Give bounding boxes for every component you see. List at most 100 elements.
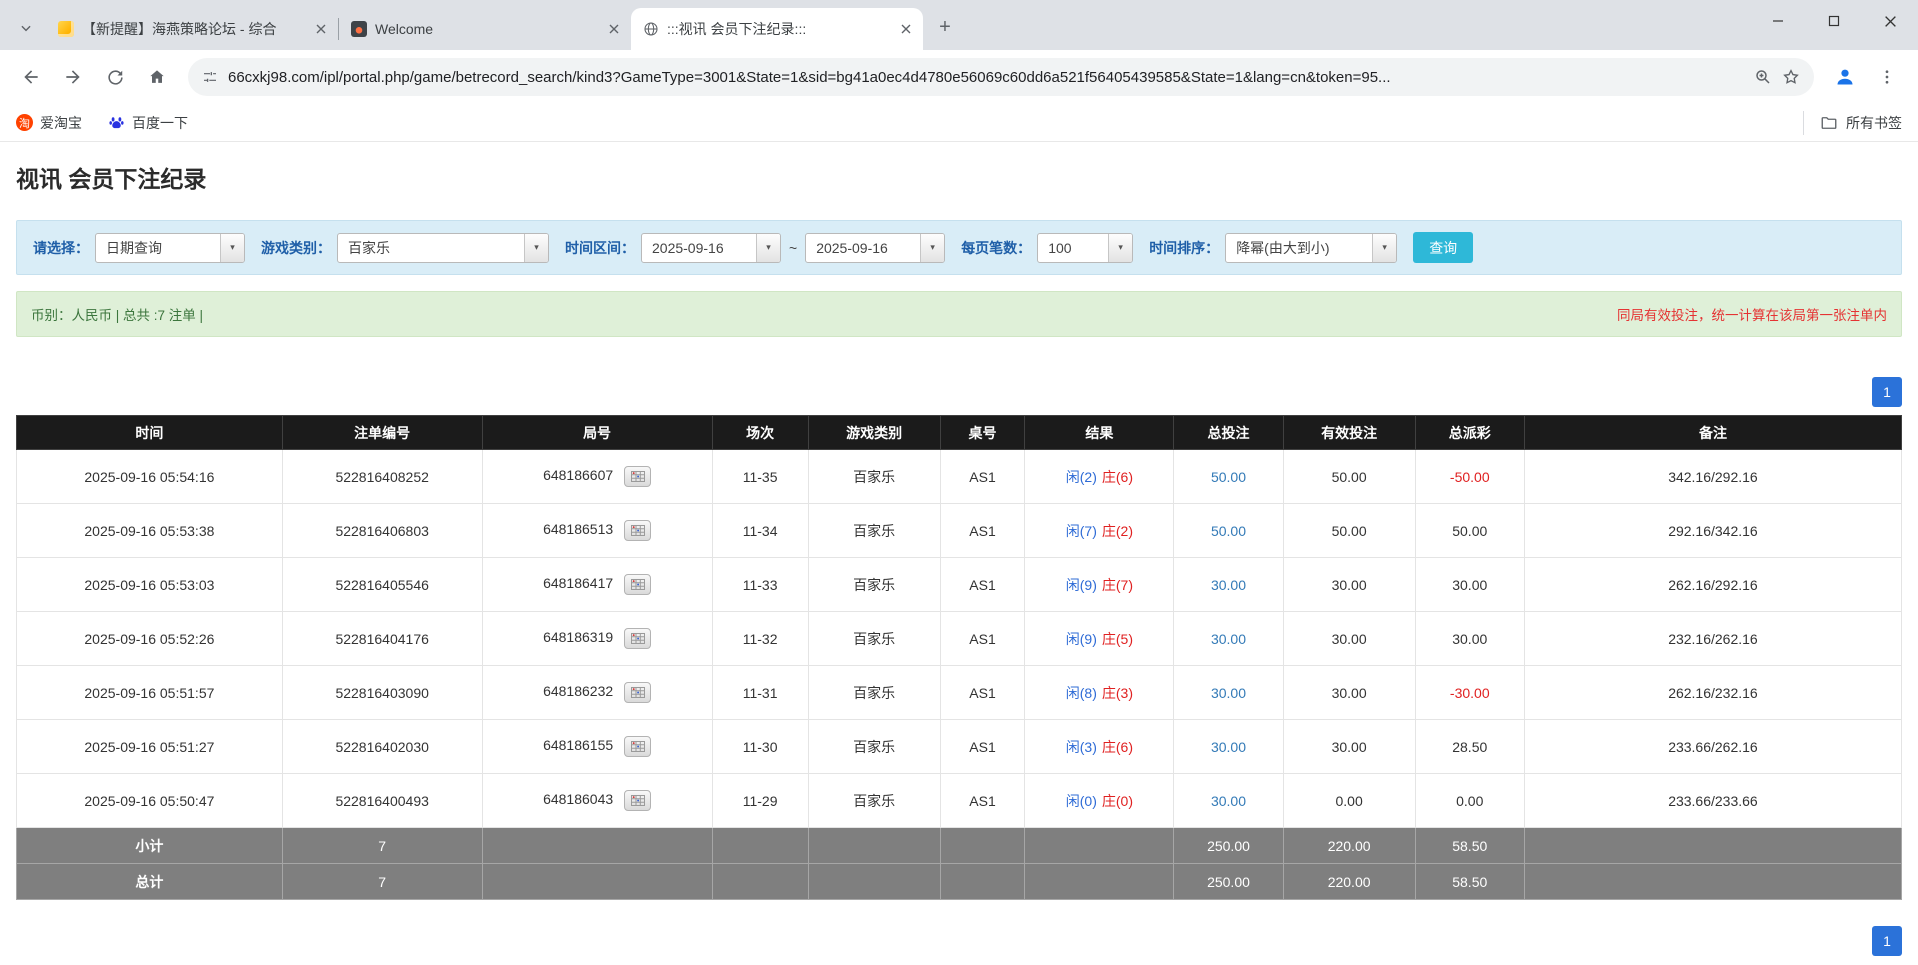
header-time: 时间 [17,416,283,450]
site-settings-icon[interactable] [202,69,218,85]
bet-table-body: 2025-09-16 05:54:16 522816408252 6481866… [17,450,1902,828]
roadmap-icon[interactable] [624,682,651,703]
filter-bar: 请选择： 日期查询 ▾ 游戏类别： 百家乐 ▾ 时间区间： 2025-09-16… [16,220,1902,275]
round-number: 648186607 [543,467,613,483]
zoom-icon[interactable] [1754,68,1772,86]
roadmap-icon[interactable] [624,736,651,757]
cell-table-no: AS1 [940,666,1025,720]
cell-total-bet[interactable]: 30.00 [1174,612,1283,666]
cell-game-type: 百家乐 [808,720,940,774]
table-row: 2025-09-16 05:53:38 522816406803 6481865… [17,504,1902,558]
cell-valid-bet: 30.00 [1283,612,1415,666]
date-to-select[interactable]: 2025-09-16 ▾ [805,233,945,263]
cell-time: 2025-09-16 05:52:26 [17,612,283,666]
result-banker: 庄(0) [1102,793,1133,809]
cell-session: 11-35 [712,450,808,504]
cell-payout: -50.00 [1415,450,1524,504]
date-from-select[interactable]: 2025-09-16 ▾ [641,233,781,263]
cell-game-type: 百家乐 [808,774,940,828]
menu-icon[interactable] [1868,58,1906,96]
tab-close-icon[interactable] [605,20,623,38]
close-window-button[interactable] [1862,0,1918,42]
query-mode-select[interactable]: 日期查询 ▾ [95,233,245,263]
query-mode-value: 日期查询 [96,238,166,258]
empty-cell [712,828,808,864]
tab-betrecord[interactable]: :::视讯 会员下注纪录::: [631,8,923,50]
empty-cell [1025,864,1174,900]
all-bookmarks-button[interactable]: 所有书签 [1803,111,1902,135]
date-from-value: 2025-09-16 [642,240,728,256]
forward-icon[interactable] [54,58,92,96]
game-type-label: 游戏类别： [261,238,331,258]
chevron-down-icon[interactable]: ▾ [220,234,244,262]
empty-cell [1524,828,1901,864]
roadmap-icon[interactable] [624,520,651,541]
pagination-page-button[interactable]: 1 [1872,926,1902,956]
bookmark-star-icon[interactable] [1782,68,1800,86]
cell-time: 2025-09-16 05:53:03 [17,558,283,612]
tab-welcome[interactable]: Welcome [339,8,631,50]
tab-forum-favicon-icon [58,21,74,37]
cell-session: 11-32 [712,612,808,666]
back-icon[interactable] [12,58,50,96]
cell-result: 闲(9)庄(5) [1025,612,1174,666]
sort-order-select[interactable]: 降幂(由大到小) ▾ [1225,233,1397,263]
result-banker: 庄(5) [1102,631,1133,647]
tab-forum[interactable]: 【新提醒】海燕策略论坛 - 综合 [46,8,338,50]
chevron-down-icon[interactable] [12,14,40,42]
cell-remark: 262.16/292.16 [1524,558,1901,612]
summary-bar: 币别：人民币 | 总共 :7 注单 | 同局有效投注，统一计算在该局第一张注单内 [16,291,1902,337]
cell-time: 2025-09-16 05:53:38 [17,504,283,558]
bet-record-table: 时间 注单编号 局号 场次 游戏类别 桌号 结果 总投注 有效投注 总派彩 备注… [16,415,1902,900]
refresh-icon[interactable] [96,58,134,96]
all-bookmarks-label: 所有书签 [1846,113,1902,133]
cell-total-bet[interactable]: 50.00 [1174,450,1283,504]
bookmark-baidu[interactable]: 百度一下 [108,113,188,133]
empty-cell [940,828,1025,864]
roadmap-icon[interactable] [624,790,651,811]
tab-close-icon[interactable] [897,20,915,38]
minimize-button[interactable] [1750,0,1806,42]
new-tab-button[interactable]: + [931,13,959,41]
table-row: 2025-09-16 05:54:16 522816408252 6481866… [17,450,1902,504]
chevron-down-icon[interactable]: ▾ [1108,234,1132,262]
chevron-down-icon[interactable]: ▾ [1372,234,1396,262]
home-icon[interactable] [138,58,176,96]
maximize-button[interactable] [1806,0,1862,42]
cell-game-type: 百家乐 [808,612,940,666]
profile-icon[interactable] [1826,58,1864,96]
cell-valid-bet: 30.00 [1283,558,1415,612]
cell-total-bet[interactable]: 50.00 [1174,504,1283,558]
cell-total-bet[interactable]: 30.00 [1174,558,1283,612]
url-bar[interactable]: 66cxkj98.com/ipl/portal.php/game/betreco… [188,58,1814,96]
query-button[interactable]: 查询 [1413,232,1473,263]
pagination-page-button[interactable]: 1 [1872,377,1902,407]
cell-payout: -30.00 [1415,666,1524,720]
cell-total-bet[interactable]: 30.00 [1174,666,1283,720]
cell-total-bet[interactable]: 30.00 [1174,774,1283,828]
bookmark-label: 爱淘宝 [40,113,82,133]
baidu-paw-icon [108,114,125,131]
cell-round: 648186319 [482,612,712,666]
cell-valid-bet: 50.00 [1283,450,1415,504]
cell-round: 648186232 [482,666,712,720]
chevron-down-icon[interactable]: ▾ [524,234,548,262]
roadmap-icon[interactable] [624,628,651,649]
url-text[interactable]: 66cxkj98.com/ipl/portal.php/game/betreco… [228,69,1744,86]
window-controls [1750,0,1918,42]
chevron-down-icon[interactable]: ▾ [756,234,780,262]
page-size-select[interactable]: 100 ▾ [1037,233,1133,263]
chevron-down-icon[interactable]: ▾ [920,234,944,262]
tab-close-icon[interactable] [312,20,330,38]
roadmap-icon[interactable] [624,574,651,595]
result-banker: 庄(3) [1102,685,1133,701]
pagination-top: 1 [16,377,1902,407]
result-banker: 庄(2) [1102,523,1133,539]
cell-time: 2025-09-16 05:51:57 [17,666,283,720]
roadmap-icon[interactable] [624,466,651,487]
table-row: 2025-09-16 05:52:26 522816404176 6481863… [17,612,1902,666]
total-payout: 58.50 [1415,864,1524,900]
bookmark-taobao[interactable]: 淘 爱淘宝 [16,113,82,133]
game-type-select[interactable]: 百家乐 ▾ [337,233,549,263]
cell-total-bet[interactable]: 30.00 [1174,720,1283,774]
